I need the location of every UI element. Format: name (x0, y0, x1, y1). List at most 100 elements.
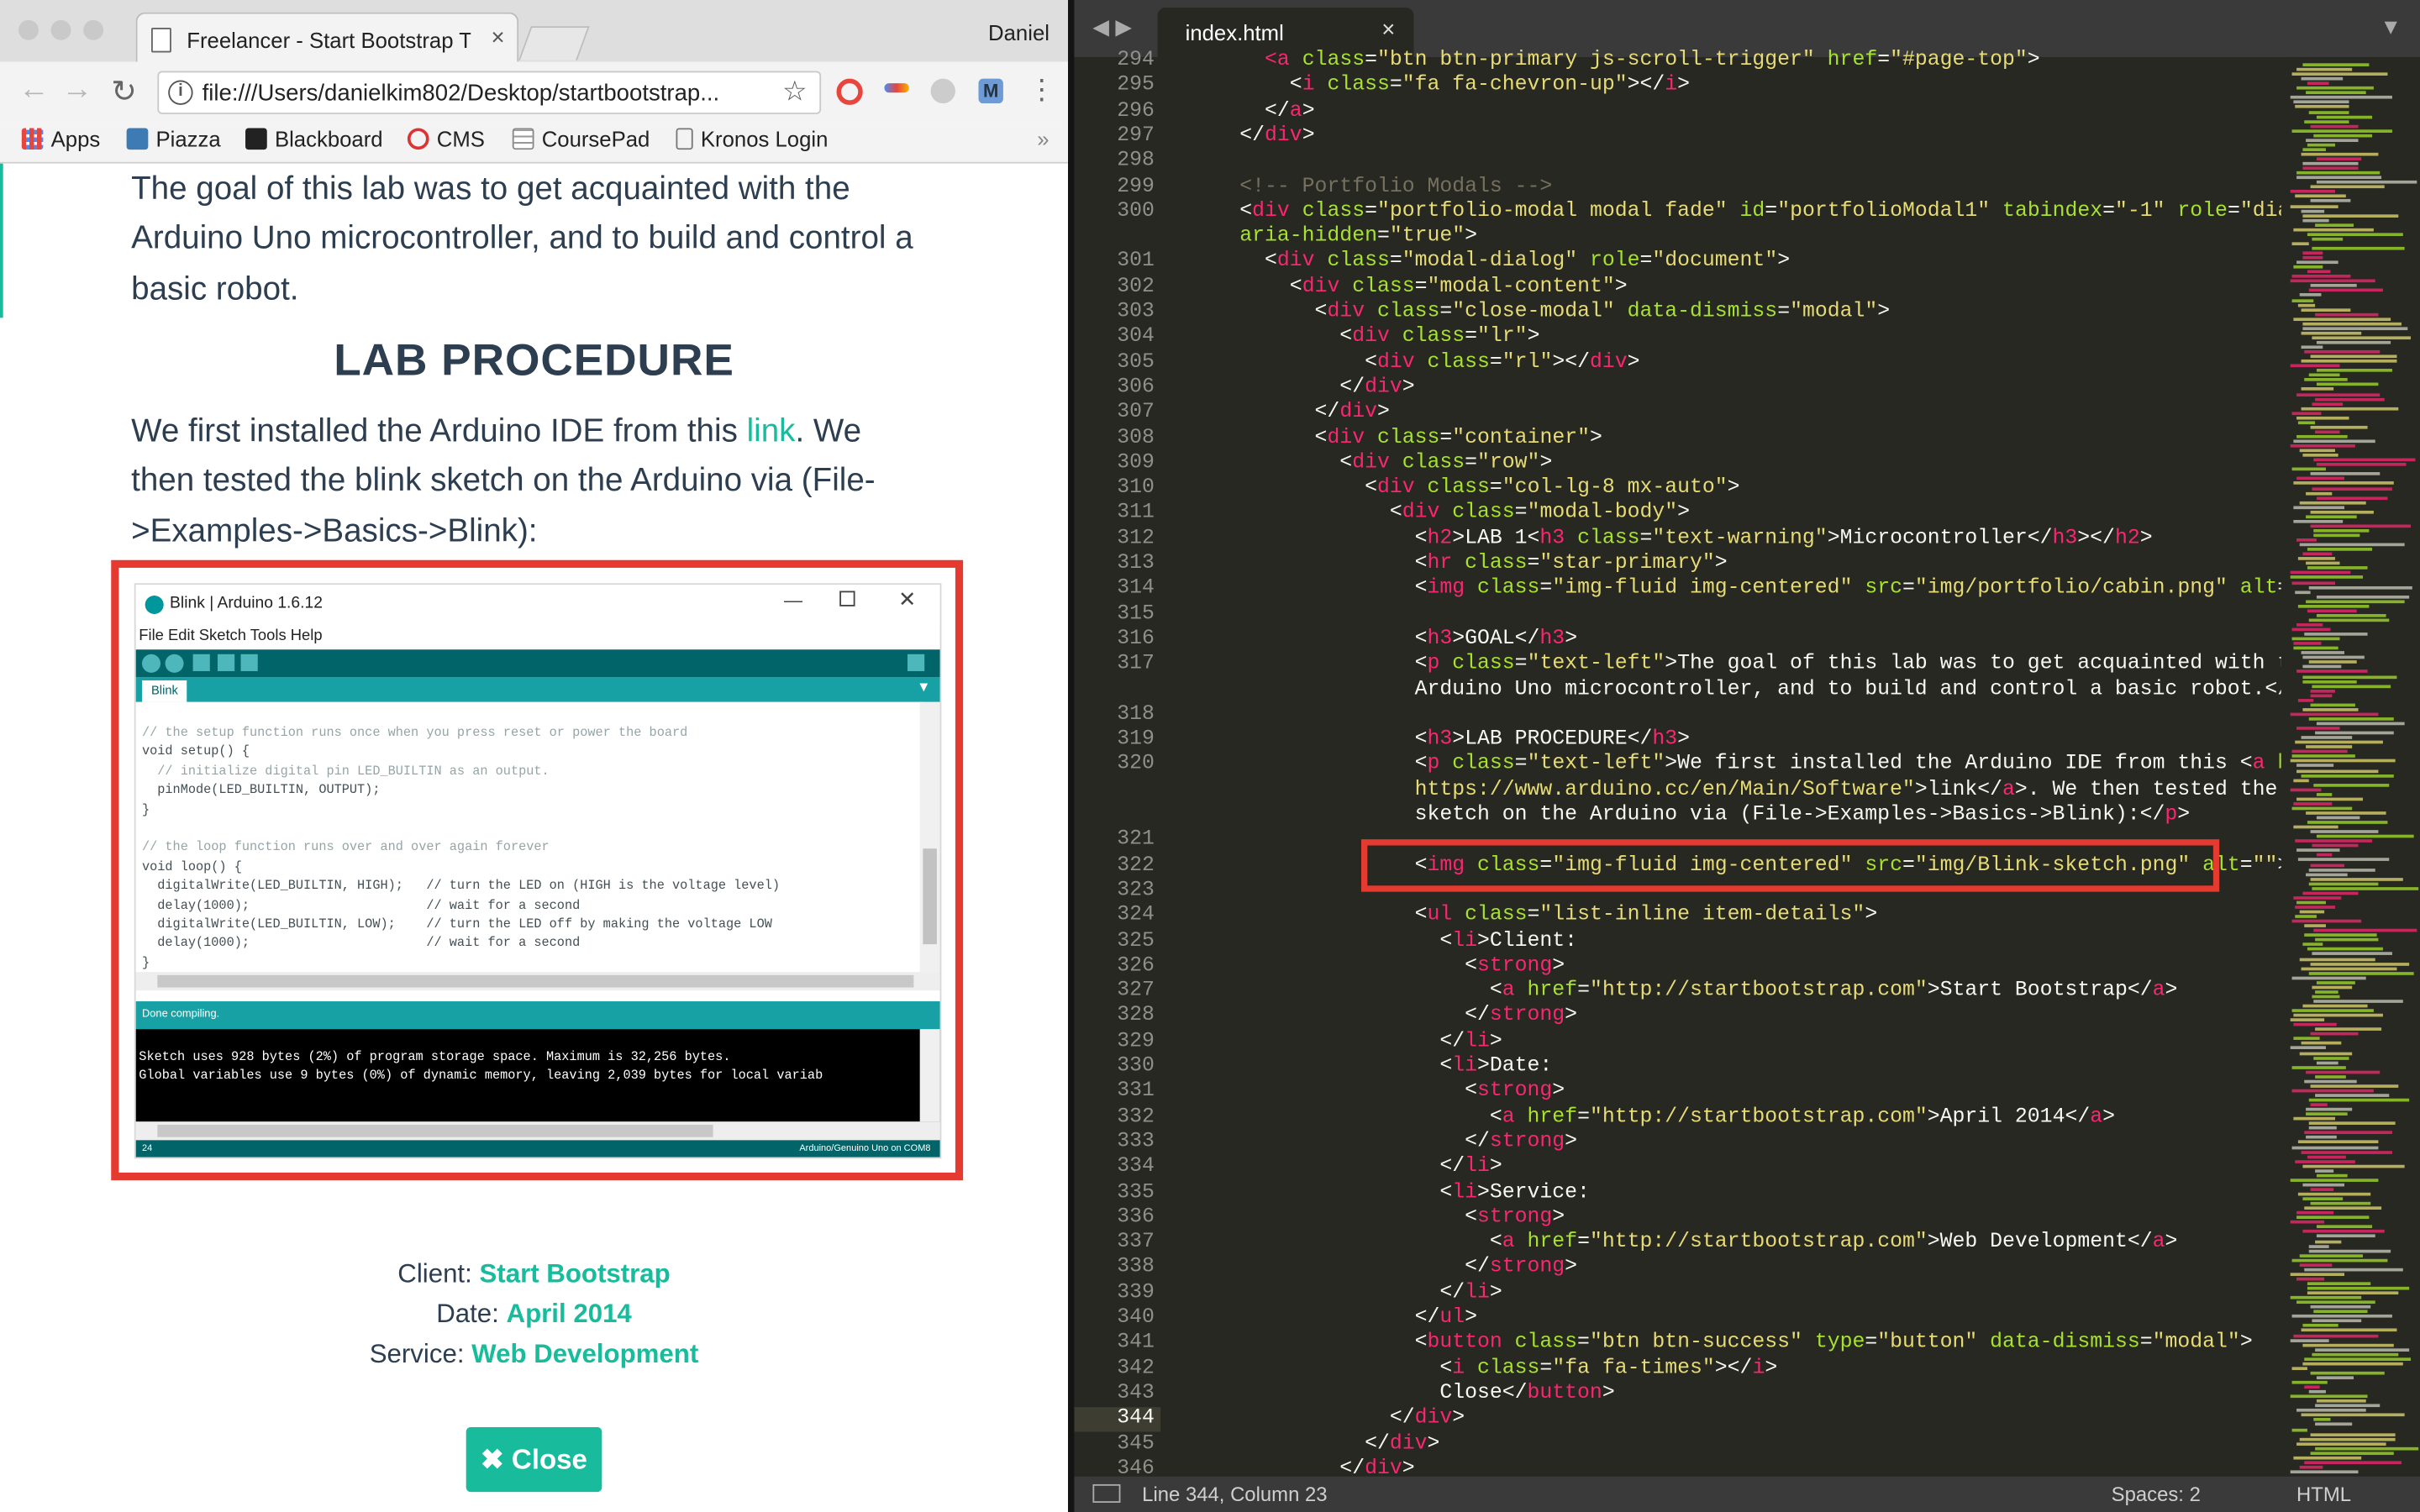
code-token: < (1214, 904, 1428, 928)
minimap-line (2301, 1150, 2392, 1154)
code-token: src (1852, 577, 1902, 601)
arduino-menu-item: Help (290, 627, 323, 645)
panel-toggle-icon[interactable] (1092, 1483, 1121, 1503)
extension-m-icon[interactable]: M (978, 78, 1003, 104)
code-token: > (1427, 1432, 1440, 1456)
maximize-window-button[interactable] (83, 19, 104, 40)
opera-extension-icon[interactable] (836, 78, 863, 105)
bookmark-star-icon[interactable]: ☆ (782, 76, 808, 108)
minimap-line (2295, 906, 2335, 909)
line-number: 299 (1117, 175, 1155, 199)
bookmark-cms[interactable]: CMS (407, 127, 485, 151)
minimap-line (2293, 317, 2391, 321)
code-token: >We first installed the Arduino IDE from… (1665, 753, 2253, 777)
code-token: "text-warning" (1652, 527, 1828, 551)
code-token: class (1502, 1331, 1578, 1356)
date-link[interactable]: April 2014 (507, 1299, 632, 1329)
minimize-window-button[interactable] (50, 19, 71, 40)
code-token: >Date: (1477, 1055, 1553, 1079)
new-tab-button[interactable] (518, 26, 590, 60)
close-modal-button[interactable]: ✖ Close (466, 1426, 602, 1493)
extension-icon[interactable] (884, 83, 909, 93)
minimap-line (2316, 114, 2373, 118)
minimap-line (2290, 204, 2338, 208)
upload-icon (165, 654, 184, 673)
code-token: > (1376, 401, 1390, 425)
minimap-line (2299, 1437, 2396, 1441)
code-token: class (1365, 301, 1440, 324)
code-token: > (1627, 351, 1640, 375)
back-arrow-icon[interactable]: ← (18, 72, 50, 108)
line-number: 338 (1117, 1256, 1155, 1280)
syntax-mode[interactable]: HTML (2296, 1483, 2351, 1506)
indentation-setting[interactable]: Spaces: 2 (2112, 1483, 2201, 1506)
bookmark-apps[interactable]: Apps (21, 127, 100, 151)
code-token: p (1427, 653, 1440, 676)
code-line: <div class="portfolio-modal modal fade" … (1215, 200, 2340, 224)
reload-icon[interactable]: ↻ (111, 72, 137, 111)
minimap-line (2310, 693, 2333, 697)
line-number: 335 (1117, 1181, 1155, 1205)
menu-dots-icon[interactable]: ⋮ (1028, 74, 1055, 107)
close-tab-icon[interactable]: × (1381, 17, 1395, 43)
minimap-line (2310, 1371, 2385, 1375)
code-token: < (1214, 728, 1428, 752)
code-line: aria-hidden="true"> (1215, 225, 1477, 249)
code-token: < (1214, 326, 1353, 349)
arduino-code-line: } (141, 803, 150, 817)
arduino-ide-link[interactable]: link (747, 413, 796, 449)
minimap-line (2296, 727, 2340, 730)
code-token: > (1589, 426, 1602, 450)
tab-dropdown-icon[interactable]: ▼ (2381, 14, 2402, 39)
line-number: 345 (1117, 1432, 1155, 1456)
code-token: < (1214, 753, 1428, 777)
minimap-line (2306, 1070, 2381, 1074)
minimap[interactable] (2281, 56, 2420, 1477)
close-tab-icon[interactable]: × (492, 24, 505, 50)
browser-tab-active[interactable]: Freelancer - Start Bootstrap Th × (135, 12, 519, 64)
minimap-line (2316, 157, 2362, 161)
address-bar[interactable]: i file:///Users/danielkim802/Desktop/sta… (157, 71, 822, 114)
line-number: 306 (1117, 375, 1155, 400)
code-line: <h2>LAB 1<h3 class="text-warning">Microc… (1215, 528, 2153, 552)
extension-gray-icon[interactable] (930, 78, 955, 104)
code-token: = (1465, 451, 1478, 475)
bookmark-piazza[interactable]: Piazza (126, 127, 221, 151)
piazza-icon (126, 128, 149, 150)
minimap-line (2315, 1423, 2353, 1426)
goal-text-line: basic robot. (131, 271, 299, 307)
info-icon[interactable]: i (168, 80, 193, 105)
minimap-line (2291, 1009, 2374, 1012)
profile-name[interactable]: Daniel (988, 20, 1050, 45)
bookmark-coursepad[interactable]: CoursePad (512, 127, 650, 151)
code-token: li (1452, 929, 1478, 953)
minimap-line (2307, 821, 2388, 824)
minimap-line (2313, 134, 2373, 138)
code-token: h3 (1539, 627, 1565, 651)
code-area[interactable]: <a class="btn btn-primary js-scroll-trig… (1214, 50, 2352, 1481)
tab-nav-arrows-icon[interactable]: ◀ ▶ (1092, 14, 1132, 40)
line-number: 319 (1117, 728, 1155, 752)
minimap-line (2307, 1291, 2399, 1295)
minimap-line (2304, 119, 2349, 123)
bookmark-kronos-login[interactable]: Kronos Login (676, 127, 828, 151)
minimap-line (2312, 486, 2392, 491)
bookmarks-overflow-icon[interactable]: » (1037, 127, 1049, 151)
code-token: data-dismiss (1977, 1331, 2140, 1356)
minimap-line (2299, 1263, 2333, 1267)
minimap-line (2296, 1211, 2334, 1215)
client-link[interactable]: Start Bootstrap (479, 1259, 670, 1289)
service-link[interactable]: Web Development (471, 1339, 698, 1368)
code-token: >LAB 1< (1452, 527, 1540, 551)
code-token: role (2165, 200, 2228, 223)
minimap-line (2308, 585, 2412, 589)
close-window-button[interactable] (18, 19, 39, 40)
minimap-line (2316, 722, 2405, 726)
code-token: h3 (2052, 527, 2078, 551)
address-url[interactable]: file:///Users/danielkim802/Desktop/start… (203, 81, 776, 107)
minimap-line (2310, 1451, 2394, 1455)
bookmark-blackboard[interactable]: Blackboard (245, 127, 383, 151)
forward-arrow-icon[interactable]: → (61, 72, 92, 108)
code-token: "lr" (1477, 326, 1528, 349)
new-sketch-icon (192, 654, 210, 671)
